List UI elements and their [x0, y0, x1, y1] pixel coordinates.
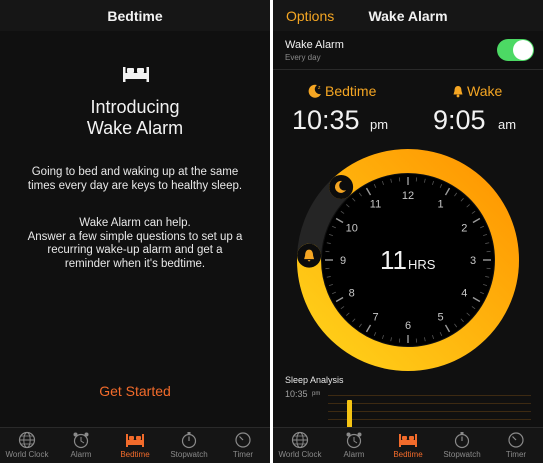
timer-icon: [235, 432, 251, 448]
tab-label: Timer: [232, 450, 254, 459]
tab-label: Bedtime: [393, 450, 423, 459]
wake-label: Wake: [467, 83, 503, 99]
nav-title: Wake Alarm: [368, 8, 448, 24]
bed-icon: [123, 67, 149, 82]
wake-alarm-toggle[interactable]: [497, 39, 534, 61]
sleep-analysis-ampm: pm: [312, 391, 321, 397]
clock-number: 1: [437, 199, 443, 211]
globe-icon: [18, 431, 36, 449]
bed-icon: [399, 434, 417, 447]
tab-bedtime[interactable]: Bedtime: [108, 431, 162, 463]
sleep-dial-area: 12 1 2 3 4 5 6 7 8 9 10 11 11 HRS: [273, 148, 543, 372]
tab-label: Stopwatch: [170, 450, 208, 459]
intro-paragraph-2: Wake Alarm can help. Answer a few simple…: [26, 217, 244, 271]
clock-number: 4: [461, 288, 467, 300]
stopwatch-icon: [181, 432, 197, 449]
nav-bar: Bedtime: [0, 0, 270, 31]
tab-world-clock[interactable]: World Clock: [273, 431, 327, 463]
timer-icon: [508, 432, 524, 448]
tab-label: Alarm: [343, 450, 365, 459]
wake-alarm-title: Wake Alarm: [285, 39, 344, 51]
svg-text:z: z: [318, 85, 321, 91]
tab-bar: World Clock Alarm Bedtime Stopwatch Time…: [273, 427, 543, 463]
bell-icon: [453, 86, 463, 98]
tab-label: Alarm: [70, 450, 92, 459]
sleep-analysis-time: 10:35: [285, 389, 308, 399]
nav-bar: Options Wake Alarm: [273, 0, 543, 31]
duration-unit: HRS: [408, 257, 436, 272]
intro-paragraph-2-line2: Answer a few simple questions to set up …: [27, 230, 243, 270]
alarm-clock-icon: [346, 432, 362, 449]
bedtime-time: 10:35: [292, 105, 360, 135]
clock-number: 7: [372, 311, 378, 323]
tab-timer[interactable]: Timer: [489, 431, 543, 463]
bedtime-handle-knob: [329, 175, 354, 200]
clock-number: 12: [402, 190, 414, 202]
wake-alarm-repeat: Every day: [285, 53, 321, 62]
wake-handle[interactable]: [297, 243, 322, 268]
tab-label: Bedtime: [120, 450, 150, 459]
intro-content: Introducing Wake Alarm Going to bed and …: [0, 31, 270, 427]
clock-number: 5: [437, 311, 443, 323]
tab-timer[interactable]: Timer: [216, 431, 270, 463]
tab-label: World Clock: [278, 450, 322, 459]
clock-number: 2: [461, 223, 467, 235]
wake-alarm-screen: Options Wake Alarm Wake Alarm Every day …: [273, 0, 543, 463]
wake-ampm: am: [498, 117, 517, 132]
globe-icon: [291, 431, 309, 449]
duration-number: 11: [380, 245, 407, 275]
tab-label: Timer: [505, 450, 527, 459]
stopwatch-icon: [454, 432, 470, 449]
wake-time: 9:05: [433, 105, 486, 135]
sleep-dial: 121234567891011 11 HRS: [297, 149, 519, 371]
analysis-gridline: [328, 403, 531, 404]
tab-stopwatch[interactable]: Stopwatch: [435, 431, 489, 463]
moon-icon: z: [308, 84, 321, 98]
intro-paragraph-1: Going to bed and waking up at the same t…: [27, 166, 243, 192]
get-started-button[interactable]: Get Started: [0, 383, 270, 399]
clock-number: 10: [346, 223, 358, 235]
bedtime-handle[interactable]: [329, 175, 354, 200]
bedtime-intro-screen: Bedtime Introducing Wake Alarm Going to …: [0, 0, 270, 463]
tab-label: Stopwatch: [443, 450, 481, 459]
tab-stopwatch[interactable]: Stopwatch: [162, 431, 216, 463]
sleep-bar: [347, 400, 352, 430]
clock-number: 9: [340, 255, 346, 267]
clock-number: 8: [349, 288, 355, 300]
analysis-gridline: [328, 411, 531, 412]
analysis-gridline: [328, 419, 531, 420]
analysis-gridline: [328, 395, 531, 396]
intro-title: Introducing Wake Alarm: [0, 97, 270, 139]
tab-bedtime[interactable]: Bedtime: [381, 431, 435, 463]
time-summary: z Bedtime 10:35 pm Wake 9:05 am: [273, 70, 543, 160]
tab-world-clock[interactable]: World Clock: [0, 431, 54, 463]
bed-icon: [126, 434, 144, 447]
tab-label: World Clock: [5, 450, 49, 459]
bedtime-label: Bedtime: [325, 83, 377, 99]
bedtime-ampm: pm: [370, 117, 389, 132]
clock-number: 6: [405, 320, 411, 332]
clock-number: 11: [370, 199, 381, 211]
intro-title-line2: Wake Alarm: [86, 118, 184, 138]
sleep-analysis: Sleep Analysis 10:35 pm: [273, 372, 543, 430]
tab-alarm[interactable]: Alarm: [327, 431, 381, 463]
tab-bar: World Clock Alarm Bedtime Stopwatch Time…: [0, 427, 270, 463]
nav-title: Bedtime: [107, 8, 163, 24]
sleep-analysis-title: Sleep Analysis: [285, 375, 344, 385]
alarm-clock-icon: [73, 432, 89, 449]
intro-paragraph-2-line1: Wake Alarm can help.: [79, 217, 191, 229]
wake-alarm-row: Wake Alarm Every day: [273, 31, 543, 70]
clock-number: 3: [470, 255, 476, 267]
intro-title-line1: Introducing: [90, 97, 180, 117]
tab-alarm[interactable]: Alarm: [54, 431, 108, 463]
toggle-knob: [513, 40, 533, 60]
